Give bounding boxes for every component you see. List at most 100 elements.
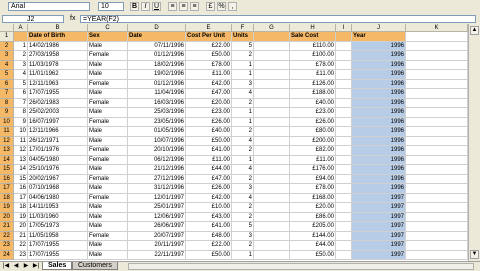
insert-function-icon[interactable]: fx — [70, 14, 75, 24]
table-cell[interactable] — [336, 146, 352, 156]
table-cell[interactable]: 07/11/1996 — [128, 41, 186, 51]
row-header[interactable]: 11 — [0, 127, 14, 137]
row-header[interactable]: 24 — [0, 250, 14, 260]
table-cell[interactable]: £11.00 — [290, 70, 336, 80]
table-cell[interactable]: Female — [88, 231, 128, 241]
table-cell[interactable]: 17/07/1955 — [28, 241, 88, 251]
row-header[interactable]: 15 — [0, 165, 14, 175]
table-cell[interactable]: 06/12/1996 — [128, 155, 186, 165]
table-cell[interactable]: 5 — [14, 79, 28, 89]
table-cell[interactable] — [406, 193, 468, 203]
table-cell[interactable]: Male — [88, 184, 128, 194]
italic-button[interactable]: I — [141, 2, 150, 11]
table-cell[interactable]: 1996 — [352, 117, 406, 127]
column-title-cell[interactable] — [14, 32, 28, 42]
table-cell[interactable]: £20.00 — [186, 98, 232, 108]
table-cell[interactable]: £41.00 — [186, 146, 232, 156]
table-cell[interactable]: £94.00 — [290, 174, 336, 184]
select-all-corner[interactable] — [0, 24, 14, 32]
table-cell[interactable]: 25/03/1996 — [128, 108, 186, 118]
table-cell[interactable]: 2 — [232, 146, 254, 156]
table-cell[interactable]: £43.00 — [186, 212, 232, 222]
column-header-c[interactable]: C — [88, 24, 128, 32]
table-cell[interactable]: Female — [88, 79, 128, 89]
row-header[interactable]: 19 — [0, 203, 14, 213]
column-header-j[interactable]: J — [352, 24, 406, 32]
table-cell[interactable] — [336, 98, 352, 108]
table-cell[interactable]: 5 — [232, 222, 254, 232]
table-cell[interactable]: 23 — [14, 250, 28, 260]
table-cell[interactable]: £205.00 — [290, 222, 336, 232]
table-cell[interactable] — [254, 184, 290, 194]
table-cell[interactable]: 1996 — [352, 79, 406, 89]
previous-sheet-icon[interactable]: ◀ — [12, 263, 20, 270]
table-cell[interactable]: £50.00 — [290, 250, 336, 260]
table-cell[interactable]: £78.00 — [290, 60, 336, 70]
table-cell[interactable]: 10/07/1996 — [128, 136, 186, 146]
tab-sales[interactable]: Sales — [42, 262, 73, 270]
table-cell[interactable]: 10 — [14, 127, 28, 137]
table-cell[interactable]: Male — [88, 203, 128, 213]
table-cell[interactable] — [406, 98, 468, 108]
table-cell[interactable]: 17/07/1955 — [28, 250, 88, 260]
table-cell[interactable]: £22.00 — [186, 41, 232, 51]
table-cell[interactable]: 1996 — [352, 127, 406, 137]
table-cell[interactable] — [406, 165, 468, 175]
table-cell[interactable]: 12/01/1997 — [128, 193, 186, 203]
table-cell[interactable]: £100.00 — [290, 51, 336, 61]
table-cell[interactable]: 12/06/1997 — [128, 212, 186, 222]
table-cell[interactable] — [254, 70, 290, 80]
table-cell[interactable]: Male — [88, 222, 128, 232]
table-cell[interactable] — [254, 155, 290, 165]
table-cell[interactable] — [336, 165, 352, 175]
row-header[interactable]: 23 — [0, 241, 14, 251]
row-header[interactable]: 2 — [0, 41, 14, 51]
table-cell[interactable]: 4 — [14, 70, 28, 80]
table-cell[interactable] — [406, 60, 468, 70]
table-cell[interactable]: 21/12/1996 — [128, 165, 186, 175]
column-header-k[interactable]: K — [406, 24, 468, 32]
column-title-cell[interactable]: Date of Birth — [28, 32, 88, 42]
column-header-b[interactable]: B — [28, 24, 88, 32]
table-cell[interactable]: 25/02/2003 — [28, 108, 88, 118]
table-cell[interactable] — [336, 108, 352, 118]
row-header[interactable]: 14 — [0, 155, 14, 165]
table-cell[interactable]: 19/02/1996 — [128, 70, 186, 80]
table-cell[interactable]: 25/10/1976 — [28, 165, 88, 175]
table-cell[interactable]: £47.00 — [186, 174, 232, 184]
table-cell[interactable]: £50.00 — [186, 136, 232, 146]
table-cell[interactable]: 4 — [232, 89, 254, 99]
table-cell[interactable]: 5 — [232, 41, 254, 51]
row-header[interactable]: 3 — [0, 51, 14, 61]
table-cell[interactable]: £50.00 — [186, 51, 232, 61]
table-cell[interactable]: 1996 — [352, 70, 406, 80]
vertical-scrollbar[interactable]: ▲ ▼ — [468, 24, 480, 261]
table-cell[interactable]: 21 — [14, 231, 28, 241]
table-cell[interactable]: 16 — [14, 184, 28, 194]
table-cell[interactable]: 20 — [14, 222, 28, 232]
table-cell[interactable] — [336, 41, 352, 51]
table-cell[interactable]: Male — [88, 250, 128, 260]
table-cell[interactable] — [254, 212, 290, 222]
underline-button[interactable]: U — [152, 2, 161, 11]
table-cell[interactable]: £40.00 — [290, 98, 336, 108]
table-cell[interactable] — [406, 127, 468, 137]
align-left-icon[interactable]: ≡ — [168, 2, 177, 11]
table-cell[interactable] — [406, 155, 468, 165]
table-cell[interactable] — [336, 79, 352, 89]
table-cell[interactable]: 16/07/1997 — [28, 117, 88, 127]
table-cell[interactable]: 22 — [14, 241, 28, 251]
tab-customers[interactable]: Customers — [72, 262, 118, 270]
table-cell[interactable]: £47.00 — [186, 89, 232, 99]
table-cell[interactable]: 1996 — [352, 155, 406, 165]
table-cell[interactable]: Female — [88, 51, 128, 61]
table-cell[interactable]: 19 — [14, 212, 28, 222]
name-box[interactable]: J2 — [2, 15, 64, 23]
table-cell[interactable]: £42.00 — [186, 193, 232, 203]
table-cell[interactable] — [254, 193, 290, 203]
table-cell[interactable] — [406, 41, 468, 51]
table-cell[interactable]: 11/03/1960 — [28, 212, 88, 222]
table-cell[interactable] — [254, 41, 290, 51]
table-cell[interactable]: 4 — [232, 136, 254, 146]
table-cell[interactable] — [336, 70, 352, 80]
